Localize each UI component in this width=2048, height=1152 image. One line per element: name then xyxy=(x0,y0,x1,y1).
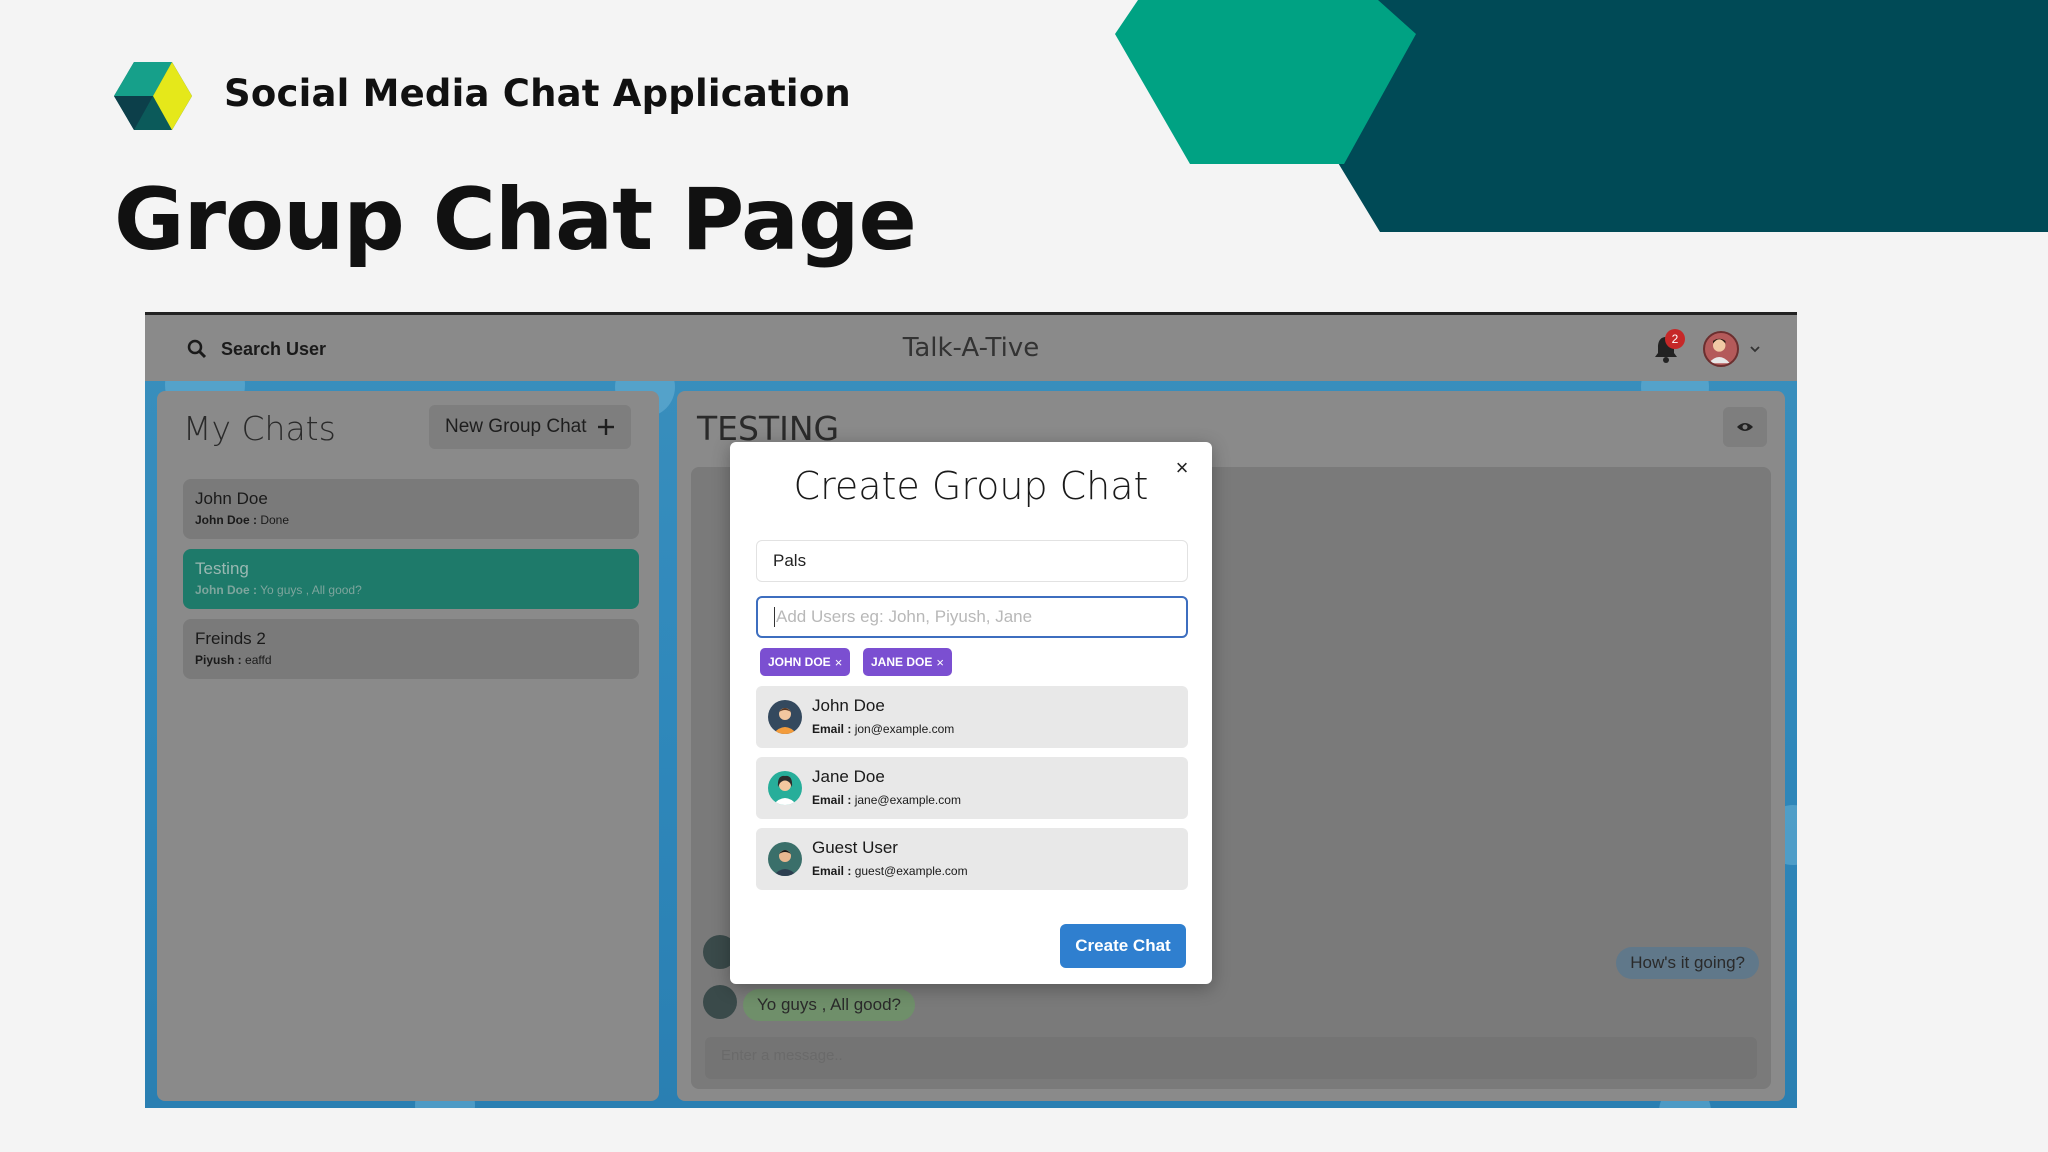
user-tag[interactable]: JOHN DOE × xyxy=(760,648,851,676)
user-search-result[interactable]: John Doe Email : jon@example.com xyxy=(756,686,1188,748)
slide-heading: Group Chat Page xyxy=(114,170,917,270)
my-chats-title: My Chats xyxy=(183,409,336,448)
user-avatar xyxy=(768,700,802,734)
create-group-chat-modal: Create Group Chat × Pals Add Users eg: J… xyxy=(730,442,1212,984)
logo-icon xyxy=(114,62,192,130)
chat-list-item-active[interactable]: Testing John Doe : Yo guys , All good? xyxy=(183,549,639,609)
chat-name: John Doe xyxy=(195,489,268,508)
chat-last-message: John Doe : Yo guys , All good? xyxy=(195,583,362,597)
my-chats-panel: My Chats New Group Chat John Doe John Do… xyxy=(157,391,659,1101)
sender-avatar xyxy=(703,985,737,1019)
user-name: Jane Doe xyxy=(812,767,885,786)
slide-subtitle: Social Media Chat Application xyxy=(224,72,851,115)
notification-badge: 2 xyxy=(1665,329,1685,349)
chat-name: Freinds 2 xyxy=(195,629,266,648)
plus-icon xyxy=(597,419,614,435)
message-input[interactable]: Enter a message.. xyxy=(705,1037,1757,1079)
user-tag-label: JANE DOE xyxy=(871,655,933,669)
chat-list-item[interactable]: Freinds 2 Piyush : eaffd xyxy=(183,619,639,679)
user-tag-label: JOHN DOE xyxy=(768,655,831,669)
view-details-button[interactable] xyxy=(1723,407,1767,447)
new-group-chat-button[interactable]: New Group Chat xyxy=(429,405,631,449)
user-avatar xyxy=(768,771,802,805)
group-name-field[interactable]: Pals xyxy=(756,540,1188,582)
message-bubble: Yo guys , All good? xyxy=(743,989,915,1021)
app-topbar: Search User Talk-A-Tive 2 xyxy=(145,315,1797,381)
profile-avatar[interactable] xyxy=(1703,331,1739,367)
chat-name: Testing xyxy=(195,559,249,578)
user-name: John Doe xyxy=(812,696,885,715)
chevron-down-icon[interactable] xyxy=(1749,343,1761,355)
eye-icon xyxy=(1737,423,1753,431)
tag-remove-icon[interactable]: × xyxy=(936,655,944,670)
user-tag[interactable]: JANE DOE × xyxy=(863,648,952,676)
add-users-placeholder: Add Users eg: John, Piyush, Jane xyxy=(776,607,1033,626)
chat-list-item[interactable]: John Doe John Doe : Done xyxy=(183,479,639,539)
user-search-result[interactable]: Jane Doe Email : jane@example.com xyxy=(756,757,1188,819)
user-email: Email : guest@example.com xyxy=(812,864,968,878)
user-email: Email : jane@example.com xyxy=(812,793,961,807)
text-caret xyxy=(774,607,775,627)
message-bubble: How's it going? xyxy=(1616,947,1759,979)
close-icon[interactable]: × xyxy=(1168,454,1196,482)
user-avatar xyxy=(768,842,802,876)
user-name: Guest User xyxy=(812,838,898,857)
new-group-chat-label: New Group Chat xyxy=(445,416,587,437)
create-chat-button[interactable]: Create Chat xyxy=(1060,924,1186,968)
user-search-result[interactable]: Guest User Email : guest@example.com xyxy=(756,828,1188,890)
modal-title: Create Group Chat xyxy=(793,464,1149,508)
chat-last-message: Piyush : eaffd xyxy=(195,653,272,667)
app-brand: Talk-A-Tive xyxy=(902,333,1040,363)
add-users-input[interactable]: Add Users eg: John, Piyush, Jane xyxy=(756,596,1188,638)
user-email: Email : jon@example.com xyxy=(812,722,955,736)
chat-last-message: John Doe : Done xyxy=(195,513,290,527)
tag-remove-icon[interactable]: × xyxy=(835,655,843,670)
